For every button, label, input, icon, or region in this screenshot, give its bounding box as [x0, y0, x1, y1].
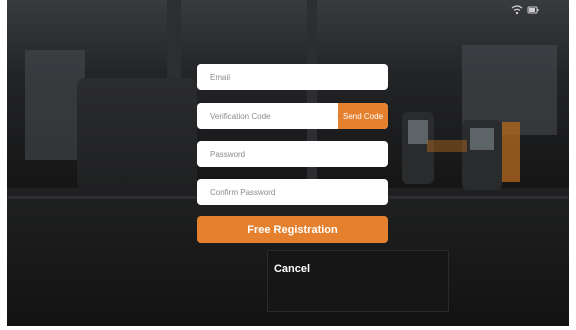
- background-device-screen: [408, 120, 428, 144]
- wifi-icon: [511, 5, 523, 15]
- email-field[interactable]: Email: [197, 64, 388, 90]
- background-device-accent: [427, 140, 467, 152]
- cancel-button[interactable]: Cancel: [257, 260, 327, 278]
- cancel-label: Cancel: [273, 263, 311, 275]
- send-code-button[interactable]: Send Code: [338, 103, 388, 129]
- confirm-password-field[interactable]: Confirm Password: [197, 179, 388, 205]
- free-registration-button[interactable]: Free Registration: [197, 216, 388, 243]
- email-placeholder: Email: [210, 72, 231, 82]
- confirm-password-placeholder: Confirm Password: [210, 187, 276, 197]
- password-field[interactable]: Password: [197, 141, 388, 167]
- background-device-accent: [502, 122, 520, 182]
- battery-icon: [527, 6, 539, 14]
- send-code-label: Send Code: [342, 111, 384, 121]
- background-tool-bag: [77, 78, 197, 190]
- password-placeholder: Password: [210, 149, 246, 159]
- background-device-screen: [470, 128, 494, 150]
- background-window: [25, 50, 85, 160]
- free-registration-label: Free Registration: [247, 223, 338, 236]
- verification-code-placeholder: Verification Code: [210, 111, 271, 121]
- background-scanner-device: [462, 120, 502, 190]
- app-window: Email Verification Code Send Code Passwo…: [0, 0, 576, 330]
